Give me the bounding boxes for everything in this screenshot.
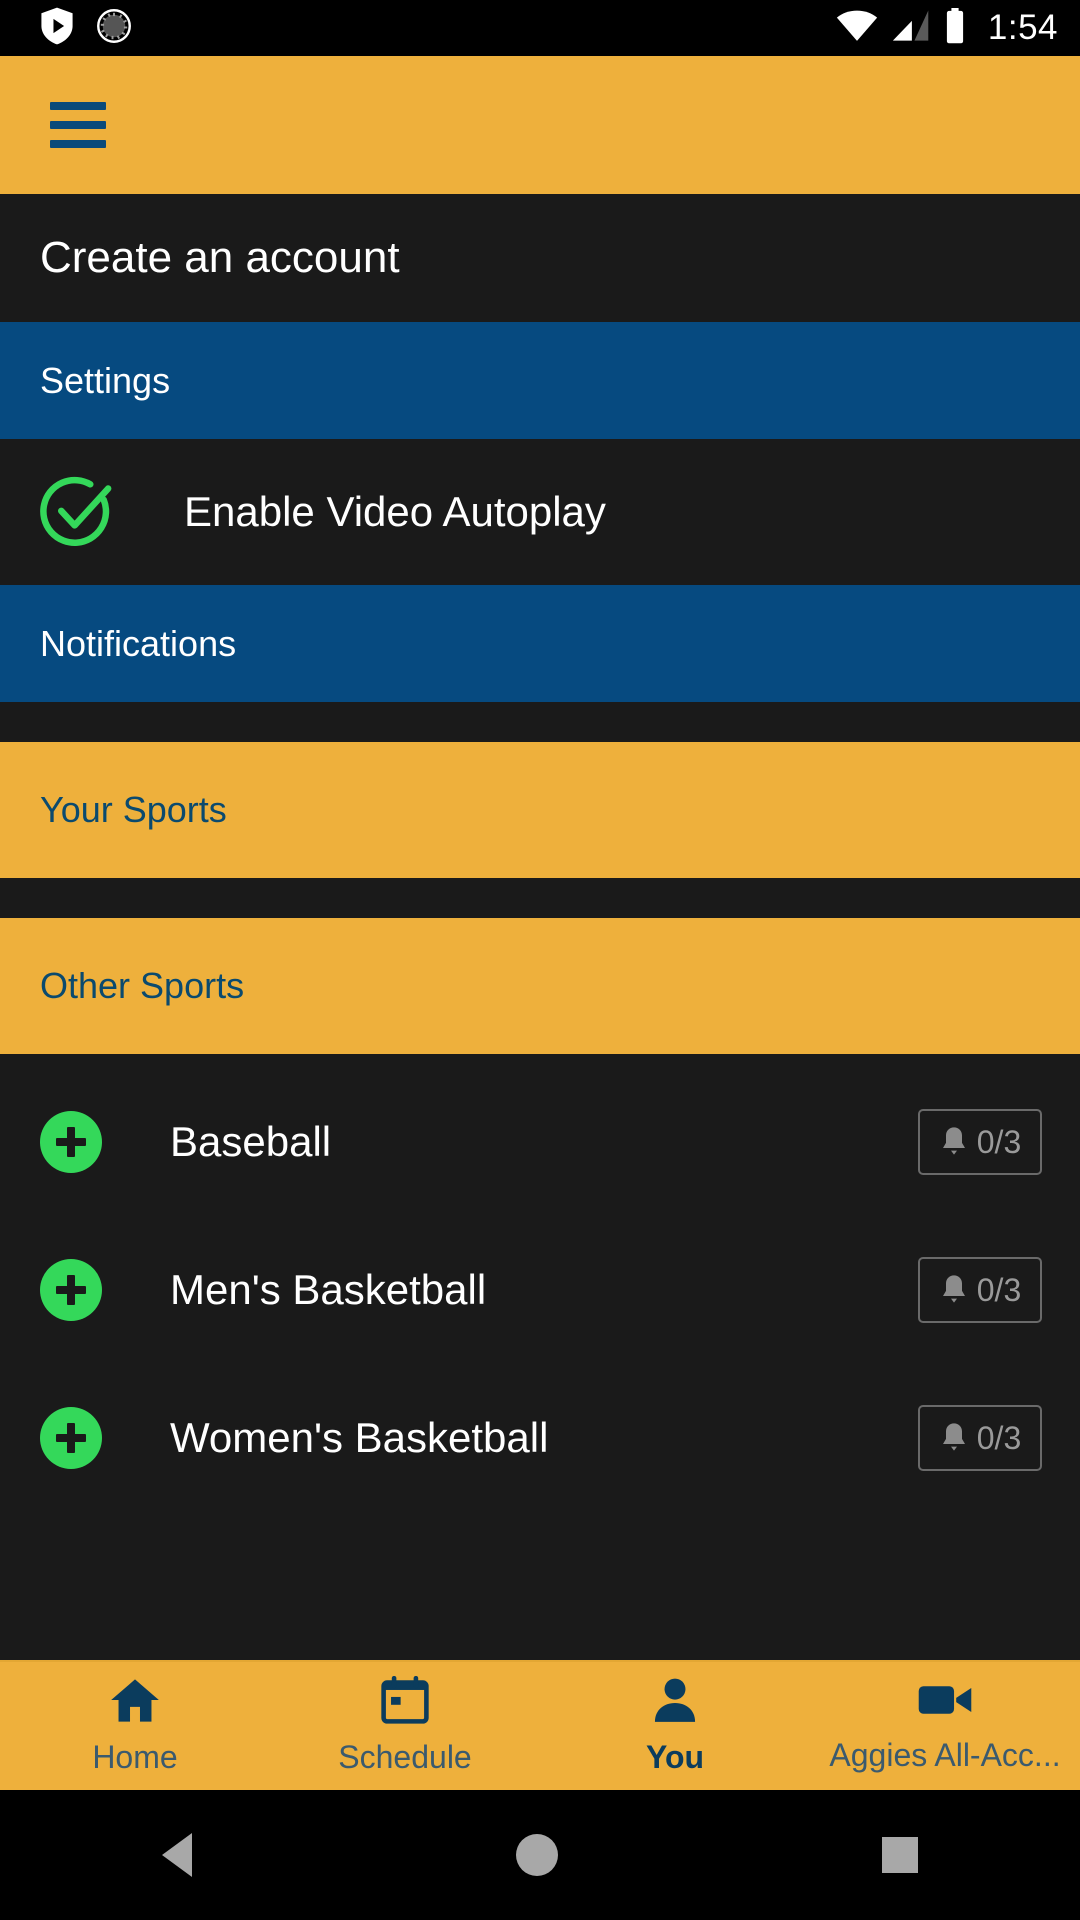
plus-circle-icon[interactable]	[40, 1259, 102, 1321]
tab-schedule[interactable]: Schedule	[270, 1676, 540, 1776]
check-circle-icon[interactable]	[40, 474, 116, 550]
status-bar-clock: 1:54	[987, 8, 1058, 47]
tab-aggies-all-access-label: Aggies All-Acc...	[829, 1737, 1061, 1773]
divider-after-notifications	[0, 702, 1080, 742]
settings-section-header[interactable]: Settings	[0, 322, 1080, 439]
plus-circle-icon[interactable]	[40, 1407, 102, 1469]
hamburger-bar-2	[50, 121, 106, 129]
status-bar: 1:54	[0, 0, 1080, 56]
app-bar	[0, 56, 1080, 194]
notification-count-badge[interactable]: 0/3	[918, 1405, 1042, 1471]
back-button-icon[interactable]	[162, 1833, 192, 1877]
bell-icon	[942, 1127, 965, 1155]
person-icon	[651, 1676, 699, 1729]
home-button-icon[interactable]	[516, 1834, 558, 1876]
tab-home[interactable]: Home	[0, 1676, 270, 1776]
enable-video-autoplay-item[interactable]: Enable Video Autoplay	[0, 439, 1080, 585]
android-system-navigation	[0, 1790, 1080, 1920]
notifications-section-header[interactable]: Notifications	[0, 585, 1080, 702]
bell-icon	[942, 1275, 965, 1303]
your-sports-header-label: Your Sports	[40, 789, 227, 830]
create-account-label: Create an account	[40, 233, 400, 282]
play-protect-icon	[40, 7, 74, 50]
bottom-navigation-bar: Home Schedule You Aggies All-Acc...	[0, 1660, 1080, 1790]
wifi-icon	[836, 10, 878, 47]
cell-signal-icon	[892, 9, 930, 47]
home-icon	[109, 1676, 161, 1729]
enable-video-autoplay-label: Enable Video Autoplay	[184, 488, 606, 535]
recents-button-icon[interactable]	[882, 1837, 918, 1873]
notification-count-label: 0/3	[976, 1419, 1022, 1456]
video-camera-icon	[917, 1678, 973, 1727]
status-bar-left-icons	[40, 7, 132, 50]
tab-you[interactable]: You	[540, 1676, 810, 1776]
create-account-item[interactable]: Create an account	[0, 194, 1080, 322]
calendar-icon	[380, 1676, 430, 1729]
plus-circle-icon[interactable]	[40, 1111, 102, 1173]
divider-after-your-sports	[0, 878, 1080, 918]
other-sports-section-header[interactable]: Other Sports	[0, 918, 1080, 1054]
table-row[interactable]: Baseball 0/3	[0, 1082, 1080, 1202]
other-sports-header-label: Other Sports	[40, 965, 245, 1006]
hamburger-bar-1	[50, 102, 106, 110]
hamburger-menu-icon[interactable]	[50, 102, 106, 148]
notification-count-label: 0/3	[976, 1123, 1022, 1160]
table-row[interactable]: Women's Basketball 0/3	[0, 1378, 1080, 1498]
notification-count-badge[interactable]: 0/3	[918, 1257, 1042, 1323]
notifications-header-label: Notifications	[40, 622, 237, 664]
battery-icon	[944, 7, 966, 49]
sync-spinner-icon	[96, 8, 132, 49]
sport-name-label: Women's Basketball	[170, 1414, 549, 1461]
sport-name-label: Baseball	[170, 1118, 332, 1165]
tab-aggies-all-access[interactable]: Aggies All-Acc...	[810, 1678, 1080, 1774]
settings-header-label: Settings	[40, 359, 171, 401]
hamburger-bar-3	[50, 140, 106, 148]
your-sports-section-header[interactable]: Your Sports	[0, 742, 1080, 878]
tab-schedule-label: Schedule	[338, 1739, 472, 1775]
notification-count-badge[interactable]: 0/3	[918, 1109, 1042, 1175]
phone-screen: 1:54 Create an account Settings Enable V…	[0, 0, 1080, 1920]
sport-name-label: Men's Basketball	[170, 1266, 487, 1313]
status-bar-right-icons: 1:54	[836, 7, 1058, 49]
bell-icon	[942, 1423, 965, 1451]
notification-count-label: 0/3	[976, 1271, 1022, 1308]
tab-you-label: You	[645, 1739, 705, 1775]
table-row[interactable]: Men's Basketball 0/3	[0, 1230, 1080, 1350]
tab-home-label: Home	[92, 1739, 178, 1775]
